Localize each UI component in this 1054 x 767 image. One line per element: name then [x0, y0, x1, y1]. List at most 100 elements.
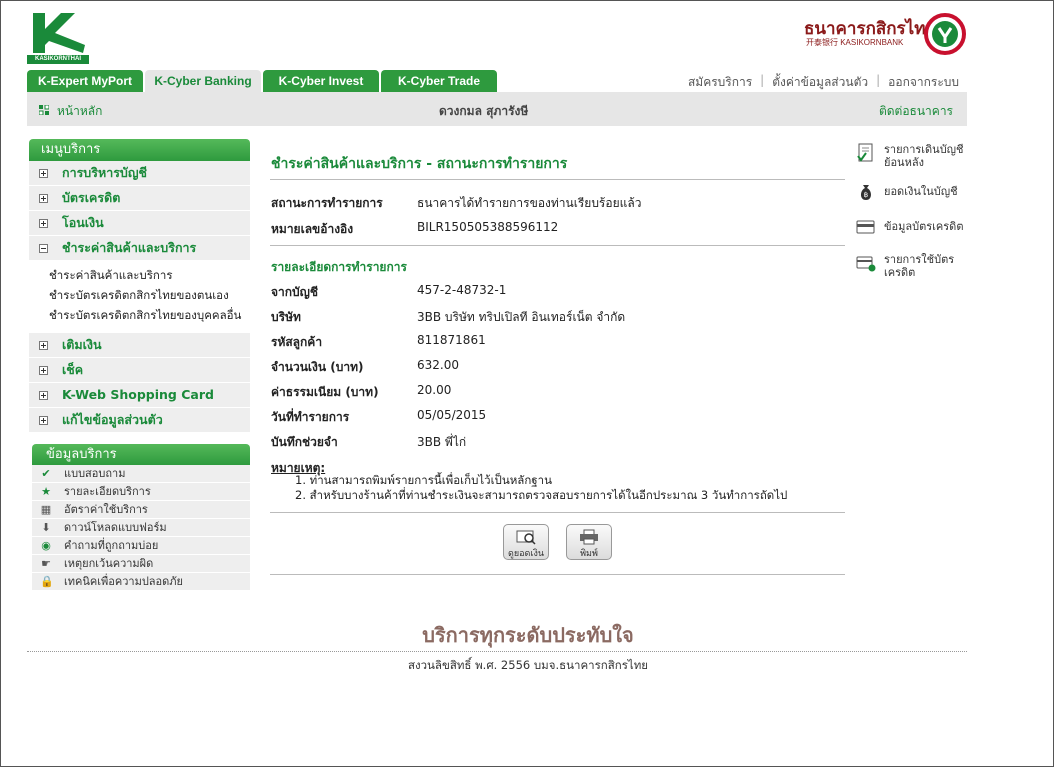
home-icon	[39, 105, 49, 115]
view-balance-label: ดูยอดเงิน	[508, 549, 544, 559]
statement-icon	[857, 143, 873, 162]
footer-slogan: บริการทุกระดับประทับใจ	[422, 625, 634, 647]
collapse-icon	[39, 243, 48, 253]
expand-icon	[39, 218, 48, 228]
detail-label-fee: ค่าธรรมเนียม (บาท)	[271, 385, 379, 399]
submenu-item-own-credit-card[interactable]: ชำระบัตรเครดิตกสิกรไทยของตนเอง	[49, 285, 250, 305]
expand-icon	[39, 340, 48, 350]
info-item-label: อัตราค่าใช้บริการ	[64, 503, 148, 516]
menu-item-bill-payment[interactable]: ชำระค่าสินค้าและบริการ	[29, 236, 250, 261]
divider	[270, 245, 845, 246]
detail-label-company: บริษัท	[271, 310, 301, 324]
detail-label-from-account: จากบัญชี	[271, 285, 319, 299]
k-logo-icon	[33, 13, 85, 53]
menu-item-k-web-shopping-card[interactable]: K-Web Shopping Card	[29, 383, 250, 408]
main-tabs: K-Expert MyPort K-Cyber Banking K-Cyber …	[27, 70, 499, 92]
menu-item-transfer[interactable]: โอนเงิน	[29, 211, 250, 236]
info-item-service-details[interactable]: ★ รายละเอียดบริการ	[32, 483, 250, 501]
detail-label-amount: จำนวนเงิน (บาท)	[271, 360, 364, 374]
service-info-title: ข้อมูลบริการ	[32, 444, 250, 465]
info-item-survey[interactable]: ✔ แบบสอบถาม	[32, 465, 250, 483]
detail-value-memo: 3BB พี่ไก่	[417, 435, 467, 449]
print-button[interactable]: พิมพ์	[566, 524, 612, 560]
bill-payment-submenu: ชำระค่าสินค้าและบริการ ชำระบัตรเครดิตกสิ…	[29, 261, 250, 333]
info-item-label: เหตุยกเว้นความผิด	[64, 557, 154, 570]
logout-link[interactable]: ออกจากระบบ	[888, 73, 959, 92]
detail-value-customer-id: 811871861	[417, 333, 486, 347]
menu-item-account-management[interactable]: การบริหารบัญชี	[29, 161, 250, 186]
kbank-logo-icon	[924, 13, 966, 55]
divider	[270, 179, 845, 180]
tab-k-expert-myport[interactable]: K-Expert MyPort	[27, 70, 143, 92]
calculator-icon: ▦	[40, 502, 52, 516]
expand-icon	[39, 390, 48, 400]
info-item-faq[interactable]: ◉ คำถามที่ถูกถามบ่อย	[32, 537, 250, 555]
copyright: สงวนลิขสิทธิ์ พ.ศ. 2556 บมจ.ธนาคารกสิกรไ…	[407, 658, 649, 672]
info-item-download-forms[interactable]: ⬇ ดาวน์โหลดแบบฟอร์ม	[32, 519, 250, 537]
menu-item-label: โอนเงิน	[62, 215, 104, 230]
lock-icon: 🔒	[40, 574, 54, 588]
detail-value-amount: 632.00	[417, 358, 459, 372]
link-separator: |	[760, 73, 765, 87]
quick-link-label: ข้อมูลบัตรเครดิต	[884, 220, 964, 233]
nav-bar: หน้าหลัก ดวงกมล สุภารังษี ติดต่อธนาคาร	[27, 92, 967, 126]
profile-settings-link[interactable]: ตั้งค่าข้อมูลส่วนตัว	[772, 73, 868, 92]
service-menu: เมนูบริการ การบริหารบัญชี บัตรเครดิต โอน…	[29, 139, 250, 433]
menu-item-credit-card[interactable]: บัตรเครดิต	[29, 186, 250, 211]
expand-icon	[39, 193, 48, 203]
tab-k-cyber-trade[interactable]: K-Cyber Trade	[381, 70, 497, 92]
quick-link-label: รายการเดินบัญชีย้อนหลัง	[884, 143, 964, 169]
kasikorn-logo[interactable]: KASIKORNTHAI	[27, 11, 89, 64]
info-item-label: แบบสอบถาม	[64, 467, 126, 480]
logo-text: KASIKORNTHAI	[27, 55, 89, 64]
info-item-label: รายละเอียดบริการ	[64, 485, 151, 498]
divider	[270, 512, 845, 513]
menu-item-cheque[interactable]: เช็ค	[29, 358, 250, 383]
user-name: ดวงกมล สุภารังษี	[439, 104, 529, 118]
info-item-label: คำถามที่ถูกถามบ่อย	[64, 539, 159, 552]
submenu-item-other-credit-card[interactable]: ชำระบัตรเครดิตกสิกรไทยของบุคคลอื่น	[49, 305, 250, 325]
detail-value-date: 05/05/2015	[417, 408, 487, 422]
info-item-label: เทคนิคเพื่อความปลอดภัย	[64, 575, 183, 588]
status-value: ธนาคารได้ทำรายการของท่านเรียบร้อยแล้ว	[417, 196, 642, 210]
reference-value: BILR150505388596112	[417, 220, 559, 234]
quick-link-card-transactions[interactable]: รายการใช้บัตรเครดิต	[856, 253, 966, 279]
tab-k-cyber-banking[interactable]: K-Cyber Banking	[145, 70, 261, 92]
bank-name-sub: 开泰银行 KASIKORNBANK	[806, 38, 904, 47]
info-item-fees[interactable]: ▦ อัตราค่าใช้บริการ	[32, 501, 250, 519]
handshake-icon: ☛	[41, 556, 51, 570]
note-item: 2. สำหรับบางร้านค้าที่ท่านชำระเงินจะสามา…	[295, 488, 788, 502]
money-bag-icon: ฿	[861, 185, 871, 200]
printer-icon	[580, 529, 598, 545]
service-menu-title: เมนูบริการ	[29, 139, 250, 161]
divider	[270, 574, 845, 575]
download-icon: ⬇	[41, 520, 51, 534]
top-links: สมัครบริการ | ตั้งค่าข้อมูลส่วนตัว | ออก…	[688, 73, 959, 92]
page-title: ชำระค่าสินค้าและบริการ - สถานะการทำรายกา…	[271, 156, 568, 172]
quick-link-statement[interactable]: รายการเดินบัญชีย้อนหลัง	[856, 143, 966, 169]
home-link[interactable]: หน้าหลัก	[57, 102, 102, 121]
expand-icon	[39, 168, 48, 178]
menu-item-edit-profile[interactable]: แก้ไขข้อมูลส่วนตัว	[29, 408, 250, 433]
register-link[interactable]: สมัครบริการ	[688, 73, 752, 92]
view-balance-button[interactable]: ดูยอดเงิน	[503, 524, 549, 560]
balance-icon	[516, 530, 536, 545]
submenu-item-bill-payment[interactable]: ชำระค่าสินค้าและบริการ	[49, 265, 250, 285]
faq-icon: ◉	[41, 538, 51, 552]
detail-label-date: วันที่ทำรายการ	[271, 410, 350, 424]
transaction-details-heading: รายละเอียดการทำรายการ	[271, 260, 407, 274]
status-label: สถานะการทำรายการ	[271, 196, 383, 210]
info-item-label: ดาวน์โหลดแบบฟอร์ม	[64, 521, 167, 534]
info-item-disclaimer[interactable]: ☛ เหตุยกเว้นความผิด	[32, 555, 250, 573]
detail-label-customer-id: รหัสลูกค้า	[271, 335, 323, 349]
menu-item-label: บัตรเครดิต	[62, 190, 121, 205]
info-item-security-tips[interactable]: 🔒 เทคนิคเพื่อความปลอดภัย	[32, 573, 250, 591]
contact-bank-link[interactable]: ติดต่อธนาคาร	[879, 102, 953, 121]
link-separator: |	[876, 73, 881, 87]
tab-k-cyber-invest[interactable]: K-Cyber Invest	[263, 70, 379, 92]
svg-text:฿: ฿	[864, 191, 868, 199]
menu-item-top-up[interactable]: เติมเงิน	[29, 333, 250, 358]
note-item: 1. ท่านสามารถพิมพ์รายการนี้เพื่อเก็บไว้เ…	[295, 473, 552, 487]
quick-link-balance[interactable]: ฿ ยอดเงินในบัญชี	[856, 182, 966, 202]
quick-link-credit-card-info[interactable]: ข้อมูลบัตรเครดิต	[856, 217, 966, 237]
